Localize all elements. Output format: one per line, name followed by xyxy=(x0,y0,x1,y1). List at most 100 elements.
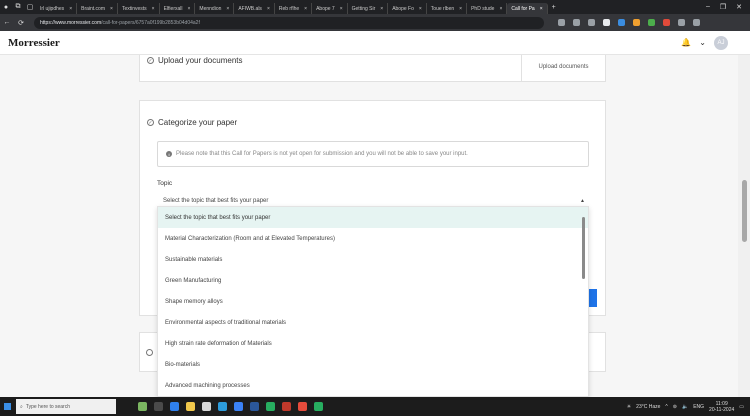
new-tab-button[interactable]: + xyxy=(548,4,560,11)
weather-text[interactable]: 23°C Haze xyxy=(636,404,660,410)
close-tab-icon[interactable]: × xyxy=(304,6,307,12)
language-indicator[interactable]: ENG xyxy=(693,404,704,410)
browser-tab[interactable]: AFIWB.als × xyxy=(234,3,275,14)
close-tab-icon[interactable]: × xyxy=(499,6,502,12)
avatar[interactable]: AJ xyxy=(714,35,728,50)
app-icon[interactable] xyxy=(298,402,307,411)
menu-icon[interactable] xyxy=(693,19,700,26)
topic-option[interactable]: Shape memory alloys xyxy=(158,291,588,312)
tab-actions-icon[interactable]: ▢ xyxy=(24,3,36,11)
morressier-logo[interactable]: Morressier xyxy=(8,37,60,49)
address-bar-row: ← ⟳ https://www.morressier.com /call-for… xyxy=(0,14,750,31)
browser-tab[interactable]: Reb rflhe × xyxy=(275,3,313,14)
browser-tab[interactable]: Call for Pa × xyxy=(507,3,548,14)
pdf-icon[interactable] xyxy=(282,402,291,411)
categorize-section-title[interactable]: ✓ Categorize your paper xyxy=(147,118,237,127)
extension-icon[interactable] xyxy=(633,19,640,26)
browser-tab[interactable]: Braint.com × xyxy=(77,3,118,14)
word-icon[interactable] xyxy=(250,402,259,411)
browser-tab[interactable]: Abope 7 × xyxy=(312,3,348,14)
back-arrow-icon[interactable]: ← xyxy=(0,19,14,26)
close-tab-icon[interactable]: × xyxy=(110,6,113,12)
taskbar-search-box[interactable]: ⌕ Type here to search xyxy=(16,399,116,414)
topic-option[interactable]: Environmental aspects of traditional mat… xyxy=(158,312,588,333)
topic-label: Topic xyxy=(157,180,173,187)
browser-tab[interactable]: Getting Sir × xyxy=(348,3,389,14)
maximize-button[interactable]: ❐ xyxy=(720,3,726,11)
bell-icon[interactable]: 🔔 xyxy=(681,38,691,47)
topic-option[interactable]: Advanced machining processes xyxy=(158,375,588,396)
notification-icon[interactable]: ▭ xyxy=(739,404,744,410)
close-tab-icon[interactable]: × xyxy=(340,6,343,12)
topic-dropdown-list: Select the topic that best fits your pap… xyxy=(157,206,589,397)
browser-tab-label: Irl ujipdhes xyxy=(40,5,65,12)
close-tab-icon[interactable]: × xyxy=(69,6,72,12)
tab-history-icon[interactable]: ⧉ xyxy=(12,3,24,11)
browser-tab[interactable]: Toue rlben × xyxy=(427,3,468,14)
app-icon[interactable] xyxy=(170,402,179,411)
topic-option[interactable]: Bio-materials xyxy=(158,354,588,375)
close-tab-icon[interactable]: × xyxy=(380,6,383,12)
browser-tab[interactable]: Textinvests × xyxy=(118,3,160,14)
browser-tab[interactable]: Elfierxall × xyxy=(160,3,196,14)
close-tab-icon[interactable]: × xyxy=(188,6,191,12)
caret-up-icon: ▲ xyxy=(580,197,585,204)
clock-date: 20-11-2024 xyxy=(709,406,735,413)
primary-action-button[interactable] xyxy=(589,289,597,307)
app-icon[interactable] xyxy=(266,402,275,411)
network-icon[interactable]: ⊚ xyxy=(673,404,677,410)
browser-tab-label: Reb rflhe xyxy=(278,5,300,12)
browser-profile-icon[interactable]: ● xyxy=(0,4,12,11)
reload-icon[interactable]: ⟳ xyxy=(14,19,28,27)
store-icon[interactable] xyxy=(202,402,211,411)
browser-tab[interactable]: PhD stude × xyxy=(467,3,508,14)
taskbar-search-placeholder: Type here to search xyxy=(25,403,71,410)
topic-option[interactable]: Sustainable materials xyxy=(158,249,588,270)
topic-option[interactable]: Material Characterization (Room and at E… xyxy=(158,228,588,249)
extension-icon[interactable] xyxy=(618,19,625,26)
extension-icon[interactable] xyxy=(603,19,610,26)
zoom-icon[interactable] xyxy=(558,19,565,26)
close-tab-icon[interactable]: × xyxy=(540,6,543,12)
weather-icon[interactable]: ☀ xyxy=(627,404,631,410)
bookmark-star-icon[interactable] xyxy=(588,19,595,26)
topic-option[interactable]: Select the topic that best fits your pap… xyxy=(158,207,588,228)
browser-tab-label: Menndion xyxy=(199,5,222,12)
clock[interactable]: 11:09 20-11-2024 xyxy=(709,401,734,413)
close-window-button[interactable]: ✕ xyxy=(736,3,742,11)
page-scrollbar-thumb[interactable] xyxy=(742,180,747,242)
folder-icon[interactable] xyxy=(186,402,195,411)
close-tab-icon[interactable]: × xyxy=(419,6,422,12)
chevron-up-icon[interactable]: ^ xyxy=(665,404,667,410)
topic-option[interactable]: Green Manufacturing xyxy=(158,270,588,291)
upload-documents-button[interactable]: Upload documents xyxy=(521,55,605,81)
chrome-icon[interactable] xyxy=(234,402,243,411)
app-icon[interactable] xyxy=(138,402,147,411)
taskbar-apps xyxy=(138,402,323,411)
share-icon[interactable] xyxy=(573,19,580,26)
browser-tab[interactable]: Menndion × xyxy=(195,3,235,14)
extension-icon[interactable] xyxy=(663,19,670,26)
chevron-down-icon[interactable]: ⌄ xyxy=(699,38,706,47)
browser-tab-label: Textinvests xyxy=(121,5,147,12)
excel-icon[interactable] xyxy=(314,402,323,411)
url-field[interactable]: https://www.morressier.com /call-for-pap… xyxy=(34,16,544,29)
upload-section-title[interactable]: ✓ Upload your documents xyxy=(147,56,243,65)
browser-tab[interactable]: Abope Fo × xyxy=(388,3,427,14)
close-tab-icon[interactable]: × xyxy=(226,6,229,12)
close-tab-icon[interactable]: × xyxy=(459,6,462,12)
topic-option[interactable]: High strain rate deformation of Material… xyxy=(158,333,588,354)
volume-icon[interactable]: 🔈 xyxy=(682,404,688,410)
puzzle-icon[interactable] xyxy=(678,19,685,26)
edge-icon[interactable] xyxy=(218,402,227,411)
minimize-button[interactable]: – xyxy=(706,3,710,11)
extension-icon[interactable] xyxy=(648,19,655,26)
dropdown-scrollbar-thumb[interactable] xyxy=(582,217,585,279)
windows-taskbar: ⌕ Type here to search ☀ 23°C Haze ^ ⊚ 🔈 … xyxy=(0,397,750,416)
start-button[interactable] xyxy=(0,397,14,416)
close-tab-icon[interactable]: × xyxy=(267,6,270,12)
system-tray: ☀ 23°C Haze ^ ⊚ 🔈 ENG 11:09 20-11-2024 ▭ xyxy=(627,401,750,413)
task-view-icon[interactable] xyxy=(154,402,163,411)
browser-tab[interactable]: Irl ujipdhes × xyxy=(36,3,78,14)
close-tab-icon[interactable]: × xyxy=(152,6,155,12)
